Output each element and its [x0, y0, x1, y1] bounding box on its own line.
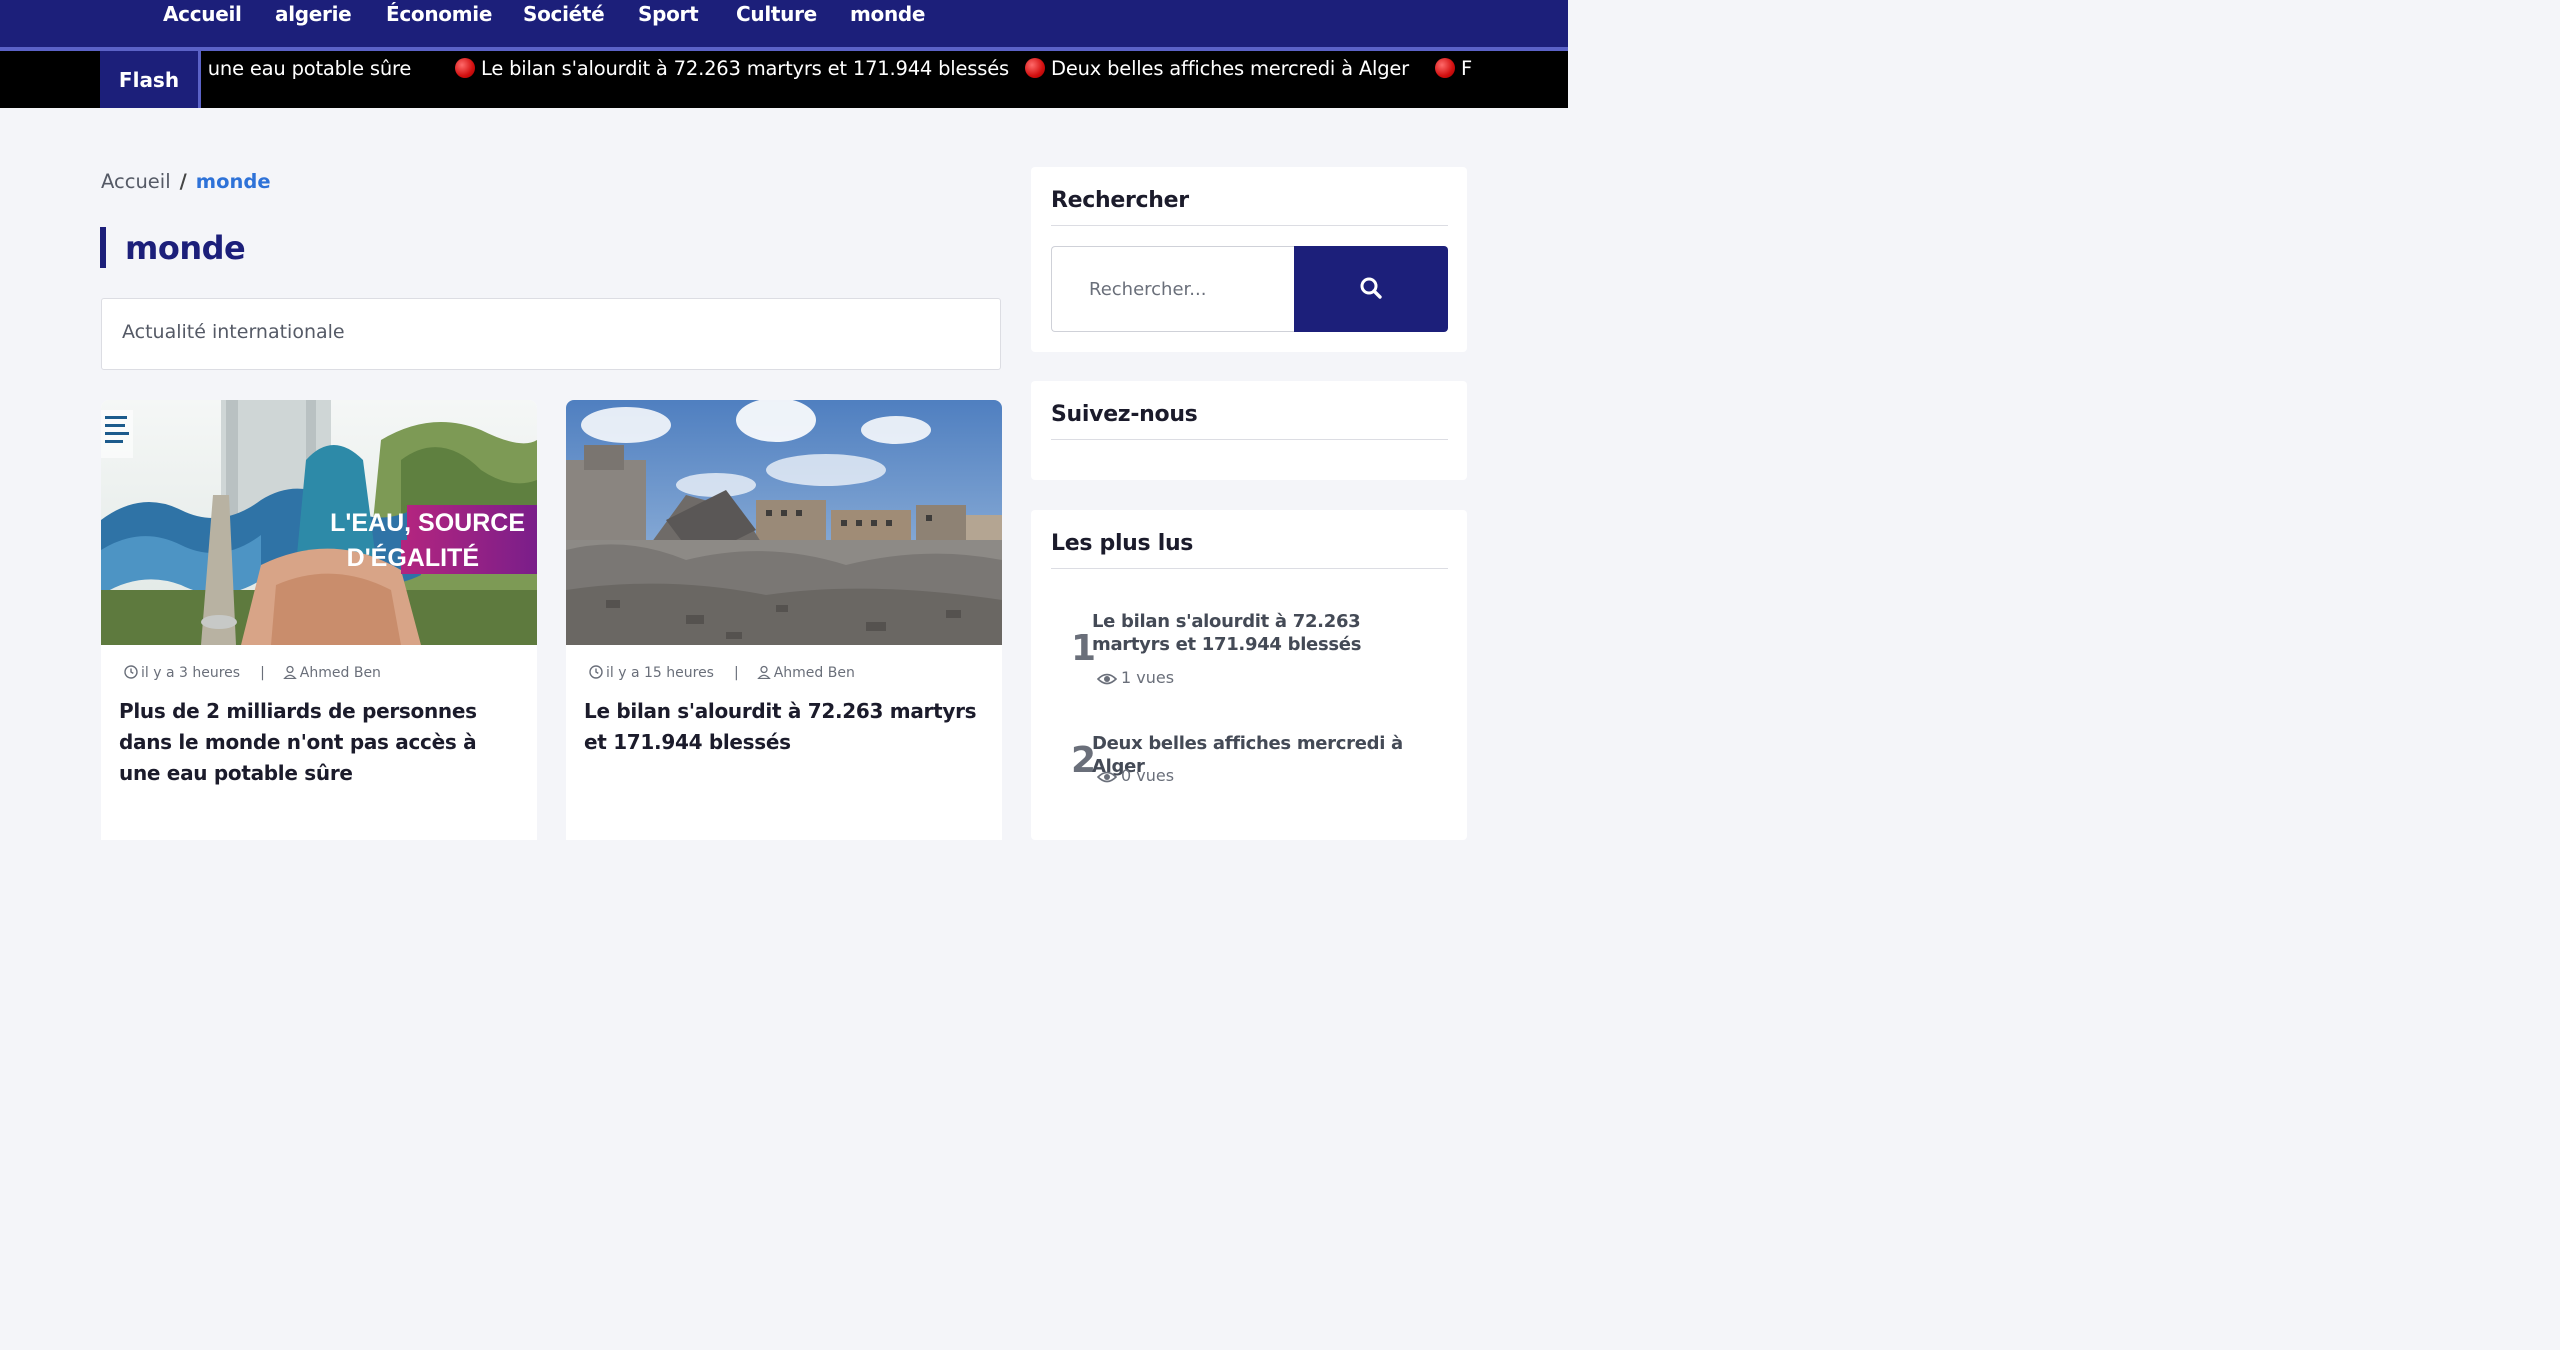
nav-item-sport[interactable]: Sport	[638, 2, 699, 26]
main-navbar: Accueil algerie Économie Société Sport C…	[0, 0, 1568, 51]
article-title[interactable]: Plus de 2 milliards de personnes dans le…	[119, 696, 519, 789]
search-button[interactable]	[1294, 246, 1448, 332]
red-dot-icon	[455, 58, 475, 78]
article-time: il y a 3 heures	[141, 665, 241, 681]
article-image-water[interactable]: L'EAU, SOURCE D'ÉGALITÉ	[101, 400, 537, 645]
meta-divider: |	[260, 665, 265, 681]
ticker-item[interactable]: a une eau potable sûre	[190, 57, 411, 80]
user-icon	[282, 665, 297, 683]
user-icon	[756, 665, 771, 683]
clock-icon	[124, 665, 138, 683]
breadcrumb: Accueil / monde	[101, 170, 271, 193]
flash-ticker: Flash a une eau potable sûre Le bilan s'…	[0, 51, 1568, 108]
search-icon	[1360, 277, 1382, 299]
breadcrumb-home-link[interactable]: Accueil	[101, 170, 171, 193]
follow-widget: Suivez-nous	[1031, 381, 1467, 480]
flash-badge: Flash	[100, 51, 201, 108]
article-meta: il y a 3 heures | Ahmed Ben	[124, 665, 381, 683]
ticker-item[interactable]: Le bilan s'alourdit à 72.263 martyrs et …	[455, 57, 1009, 80]
eye-icon	[1096, 673, 1118, 685]
most-read-widget: Les plus lus 1 Le bilan s'alourdit à 72.…	[1031, 510, 1467, 840]
follow-widget-title: Suivez-nous	[1051, 402, 1198, 427]
popular-item-title[interactable]: Le bilan s'alourdit à 72.263 martyrs et …	[1092, 610, 1442, 656]
article-author[interactable]: Ahmed Ben	[300, 665, 381, 681]
eye-icon	[1096, 771, 1118, 783]
article-time: il y a 15 heures	[606, 665, 714, 681]
nav-item-monde[interactable]: monde	[850, 2, 926, 26]
widget-divider	[1051, 225, 1448, 226]
nav-item-culture[interactable]: Culture	[736, 2, 817, 26]
article-author[interactable]: Ahmed Ben	[774, 665, 855, 681]
ticker-item[interactable]: F	[1435, 57, 1472, 80]
breadcrumb-current: monde	[195, 170, 271, 193]
article-image-rubble[interactable]	[566, 400, 1002, 645]
image-caption-line1: L'EAU, SOURCE	[330, 509, 525, 537]
ticker-item[interactable]: Deux belles affiches mercredi à Alger	[1025, 57, 1409, 80]
article-card[interactable]: il y a 15 heures | Ahmed Ben Le bilan s'al…	[566, 400, 1002, 840]
category-description-text: Actualité internationale	[122, 321, 345, 343]
red-dot-icon	[1435, 58, 1455, 78]
image-caption-line2: D'ÉGALITÉ	[347, 543, 479, 572]
page-title: monde	[100, 227, 246, 268]
nav-item-algerie[interactable]: algerie	[275, 2, 352, 26]
most-read-title: Les plus lus	[1051, 531, 1194, 556]
nav-item-accueil[interactable]: Accueil	[163, 2, 242, 26]
category-description: Actualité internationale	[101, 298, 1001, 370]
article-title[interactable]: Le bilan s'alourdit à 72.263 martyrs et …	[584, 696, 984, 758]
article-card[interactable]: L'EAU, SOURCE D'ÉGALITÉ il y a 3 heures |…	[101, 400, 537, 840]
widget-divider	[1051, 568, 1448, 569]
breadcrumb-separator: /	[179, 170, 187, 193]
article-meta: il y a 15 heures | Ahmed Ben	[589, 665, 855, 683]
search-input[interactable]	[1051, 246, 1294, 332]
popular-item-views: 0 vues	[1096, 766, 1174, 785]
search-widget: Rechercher	[1031, 167, 1467, 352]
nav-item-economie[interactable]: Économie	[386, 2, 492, 26]
meta-divider: |	[733, 665, 739, 681]
widget-divider	[1051, 439, 1448, 440]
nav-item-societe[interactable]: Société	[523, 2, 605, 26]
popular-item-views: 1 vues	[1096, 668, 1174, 687]
red-dot-icon	[1025, 58, 1045, 78]
search-widget-title: Rechercher	[1051, 188, 1189, 213]
clock-icon	[589, 665, 603, 683]
